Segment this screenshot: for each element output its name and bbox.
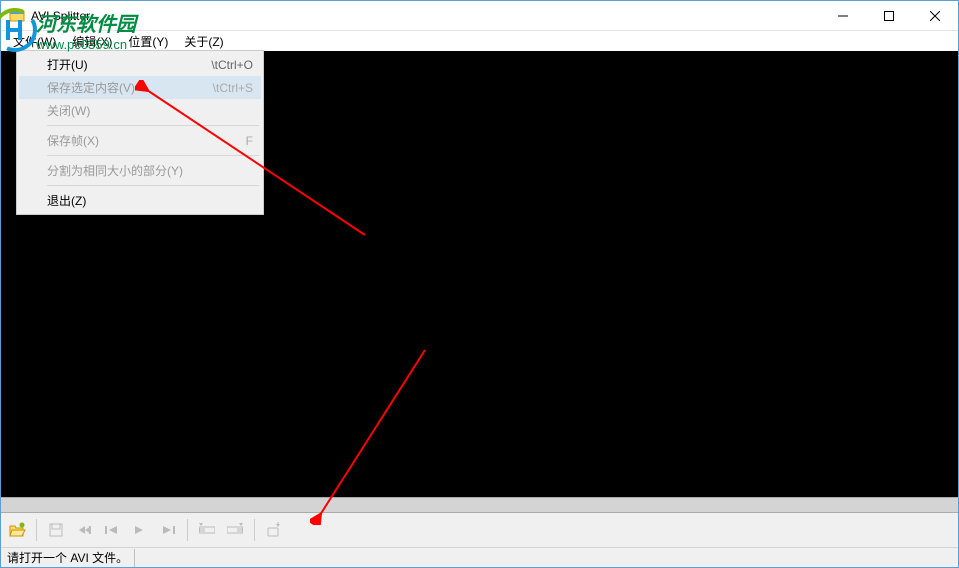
menu-item-shortcut: \tCtrl+O [211, 58, 253, 72]
menu-separator [47, 155, 259, 156]
toolbar-separator [36, 519, 37, 541]
menu-exit[interactable]: 退出(Z) [19, 189, 261, 212]
prev-mark-button[interactable] [72, 518, 96, 542]
statusbar: 请打开一个 AVI 文件。 [1, 547, 958, 567]
menu-close[interactable]: 关闭(W) [19, 99, 261, 122]
prev-frame-button[interactable] [100, 518, 124, 542]
app-icon [9, 8, 25, 24]
menu-open[interactable]: 打开(U) \tCtrl+O [19, 53, 261, 76]
mark-start-button[interactable] [195, 518, 219, 542]
status-message: 请打开一个 AVI 文件。 [1, 549, 135, 567]
toolbar-separator [254, 519, 255, 541]
close-button[interactable] [912, 1, 958, 31]
file-menu-dropdown: 打开(U) \tCtrl+O 保存选定内容(V) \tCtrl+S 关闭(W) … [16, 50, 264, 215]
toolbar-separator [187, 519, 188, 541]
menu-item-label: 保存帧(X) [47, 132, 246, 149]
menu-save-frame[interactable]: 保存帧(X) F [19, 129, 261, 152]
toolbar [1, 513, 958, 547]
timeline[interactable] [1, 497, 958, 513]
menu-about[interactable]: 关于(Z) [176, 31, 231, 52]
mark-end-button[interactable] [223, 518, 247, 542]
next-frame-button[interactable] [128, 518, 152, 542]
save-button[interactable] [44, 518, 68, 542]
menu-item-label: 退出(Z) [47, 192, 253, 209]
window-controls [820, 1, 958, 31]
window-title: AVI Splitter [31, 9, 820, 23]
menu-file[interactable]: 文件(W) [5, 31, 64, 52]
titlebar: AVI Splitter [1, 1, 958, 31]
open-file-button[interactable] [5, 518, 29, 542]
menu-item-label: 关闭(W) [47, 102, 253, 119]
menu-position[interactable]: 位置(Y) [120, 31, 176, 52]
menu-split-equal[interactable]: 分割为相同大小的部分(Y) [19, 159, 261, 182]
menu-item-label: 分割为相同大小的部分(Y) [47, 162, 253, 179]
menu-save-selection[interactable]: 保存选定内容(V) \tCtrl+S [19, 76, 261, 99]
next-mark-button[interactable] [156, 518, 180, 542]
menu-item-shortcut: \tCtrl+S [213, 81, 253, 95]
menu-separator [47, 125, 259, 126]
menubar: 文件(W) 编辑(X) 位置(Y) 关于(Z) [1, 31, 958, 51]
menu-item-label: 保存选定内容(V) [47, 79, 213, 96]
minimize-button[interactable] [820, 1, 866, 31]
menu-separator [47, 185, 259, 186]
menu-item-label: 打开(U) [47, 56, 211, 73]
maximize-button[interactable] [866, 1, 912, 31]
split-button[interactable] [262, 518, 286, 542]
menu-edit[interactable]: 编辑(X) [64, 31, 120, 52]
menu-item-shortcut: F [246, 134, 253, 148]
